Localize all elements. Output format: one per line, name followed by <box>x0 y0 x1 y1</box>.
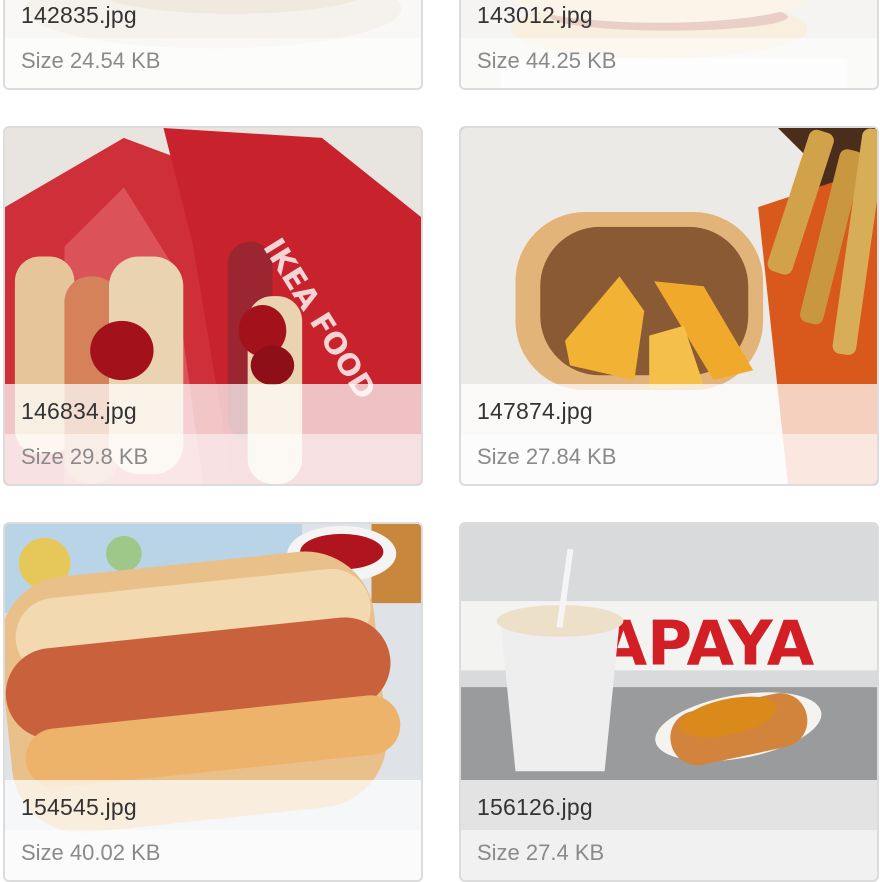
image-card[interactable]: 147874.jpg Size 27.84 KB <box>459 126 879 486</box>
image-filesize: Size 27.84 KB <box>477 444 617 469</box>
image-card[interactable]: 142835.jpg Size 24.54 KB <box>3 0 423 90</box>
image-caption: 147874.jpg Size 27.84 KB <box>461 384 877 484</box>
image-filesize: Size 29.8 KB <box>21 444 149 469</box>
image-filename: 154545.jpg <box>21 794 137 820</box>
image-filename: 143012.jpg <box>477 2 593 28</box>
image-filename: 142835.jpg <box>21 2 137 28</box>
image-card[interactable]: IKEA FOOD 146834.jpg Size 29.8 KB <box>3 126 423 486</box>
image-filename: 146834.jpg <box>21 398 137 424</box>
image-filename: 156126.jpg <box>477 794 593 820</box>
image-card[interactable]: 154545.jpg Size 40.02 KB <box>3 522 423 882</box>
image-filesize: Size 27.4 KB <box>477 840 605 865</box>
image-filesize: Size 24.54 KB <box>21 48 161 73</box>
sign-text: APAYA <box>600 608 815 679</box>
image-caption: 142835.jpg Size 24.54 KB <box>5 0 421 88</box>
image-caption: 146834.jpg Size 29.8 KB <box>5 384 421 484</box>
image-filesize: Size 44.25 KB <box>477 48 617 73</box>
image-caption: 156126.jpg Size 27.4 KB <box>461 780 877 880</box>
image-card[interactable]: APAYA 156126.jpg Size 27.4 KB <box>459 522 879 882</box>
image-caption: 154545.jpg Size 40.02 KB <box>5 780 421 880</box>
image-filename: 147874.jpg <box>477 398 593 424</box>
image-grid: 142835.jpg Size 24.54 KB 143012.jpg Size… <box>0 0 880 882</box>
image-card[interactable]: 143012.jpg Size 44.25 KB <box>459 0 879 90</box>
image-filesize: Size 40.02 KB <box>21 840 161 865</box>
image-caption: 143012.jpg Size 44.25 KB <box>461 0 877 88</box>
